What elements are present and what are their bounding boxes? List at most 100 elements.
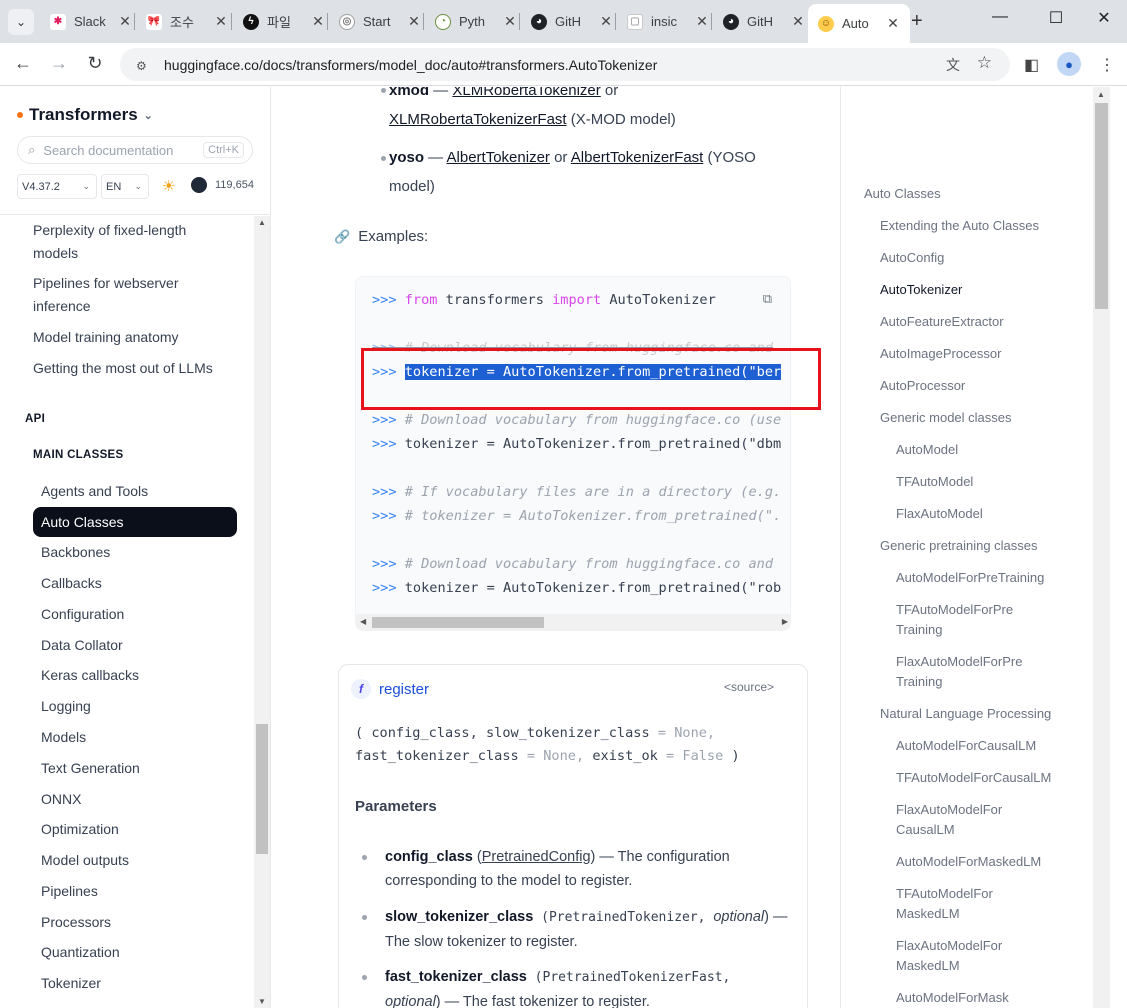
search-input[interactable]: ⌕ Search documentation Ctrl+K [17, 136, 253, 164]
toc-item[interactable]: AutoModelForPreTraining [896, 568, 1044, 588]
register-link[interactable]: register [379, 681, 429, 698]
theme-sun-icon[interactable]: ☀ [162, 177, 175, 195]
url-bar[interactable]: ⚙ huggingface.co/docs/transformers/model… [120, 48, 1010, 81]
toc-item[interactable]: TFAutoModel [896, 472, 973, 492]
sidebar-item-agents-and-tools[interactable]: Agents and Tools [41, 480, 148, 503]
github-icon[interactable] [191, 177, 207, 193]
source-link[interactable]: <source> [724, 680, 774, 694]
sidebar-item-auto-classes-active[interactable]: Auto Classes [33, 507, 237, 537]
scroll-right-arrow-icon[interactable]: ▶ [782, 617, 788, 626]
sidebar-item-quantization[interactable]: Quantization [41, 941, 120, 964]
sidebar-item-pipelines[interactable]: Pipelines [41, 880, 98, 903]
sidebar-item[interactable]: models [33, 242, 78, 265]
toc-item[interactable]: AutoImageProcessor [880, 344, 1001, 364]
sidebar-item-callbacks[interactable]: Callbacks [41, 572, 102, 595]
toc-item[interactable]: FlaxAutoModel [896, 504, 983, 524]
new-tab-plus-icon[interactable]: + [911, 10, 923, 33]
close-icon[interactable]: ✕ [503, 13, 517, 30]
sidebar-item-configuration[interactable]: Configuration [41, 603, 124, 626]
tab-python[interactable]: ◔ Pyth ✕ [435, 6, 517, 37]
close-icon[interactable]: ✕ [407, 13, 421, 30]
window-close-icon[interactable]: ✕ [1094, 8, 1114, 28]
code-horizontal-scrollbar[interactable]: ◀ ▶ [356, 614, 790, 630]
close-icon[interactable]: ✕ [695, 13, 709, 30]
profile-avatar-icon[interactable]: ● [1057, 52, 1081, 76]
version-select[interactable]: V4.37.2 ⌄ [17, 174, 97, 199]
toc-item[interactable]: AutoFeatureExtractor [880, 312, 1004, 332]
sidebar-item-models[interactable]: Models [41, 726, 86, 749]
toc-item[interactable]: TFAutoModelFor MaskedLM [896, 884, 993, 924]
scroll-up-arrow-icon[interactable]: ▲ [1097, 90, 1105, 99]
tab-insights[interactable]: ▢ insic ✕ [627, 6, 709, 37]
sidebar-item-text-generation[interactable]: Text Generation [41, 757, 140, 780]
close-icon[interactable]: ✕ [886, 15, 900, 32]
sidebar-item[interactable]: Getting the most out of LLMs [33, 357, 213, 380]
sidebar-item[interactable]: Pipelines for webserver [33, 272, 179, 295]
toc-item[interactable]: Natural Language Processing [880, 704, 1051, 724]
toc-item[interactable]: AutoModelForMask [896, 988, 1009, 1008]
toc-item[interactable]: AutoTokenizer [880, 280, 962, 300]
close-icon[interactable]: ✕ [599, 13, 613, 30]
close-icon[interactable]: ✕ [118, 13, 132, 30]
toc-item[interactable]: Generic pretraining classes [880, 536, 1038, 556]
sidebar-item-logging[interactable]: Logging [41, 695, 91, 718]
tokenizer-fast-link[interactable]: AlbertTokenizerFast [571, 149, 704, 166]
scroll-left-arrow-icon[interactable]: ◀ [360, 617, 366, 626]
tab-github-2[interactable]: ◕ GitH ✕ [723, 6, 805, 37]
toc-item[interactable]: FlaxAutoModelFor CausalLM [896, 800, 1002, 840]
sidebar-item-tokenizer[interactable]: Tokenizer [41, 972, 101, 995]
close-icon[interactable]: ✕ [214, 13, 228, 30]
close-icon[interactable]: ✕ [311, 13, 325, 30]
sidebar-item[interactable]: Perplexity of fixed-length [33, 219, 186, 242]
url-text[interactable]: huggingface.co/docs/transformers/model_d… [164, 57, 657, 73]
toc-item[interactable]: Extending the Auto Classes [880, 216, 1039, 236]
sidebar-item-processors[interactable]: Processors [41, 911, 111, 934]
toc-item[interactable]: TFAutoModelForPre Training [896, 600, 1013, 640]
anchor-link-icon[interactable]: 🔗 [334, 229, 350, 245]
toc-item[interactable]: AutoModelForCausalLM [896, 736, 1036, 756]
tab-auto-active[interactable]: ☺ Auto ✕ [808, 4, 910, 43]
scroll-up-arrow-icon[interactable]: ▲ [258, 218, 266, 227]
tokenizer-link[interactable]: XLMRobertaTokenizer [452, 87, 600, 99]
sidebar-scrollbar[interactable]: ▲ ▼ [254, 216, 270, 1008]
site-settings-icon[interactable]: ⚙ [136, 59, 150, 73]
sidebar-item[interactable]: inference [33, 295, 91, 318]
sidebar-item-keras-callbacks[interactable]: Keras callbacks [41, 664, 139, 687]
toc-item[interactable]: AutoModelForMaskedLM [896, 852, 1041, 872]
back-arrow-icon[interactable]: ← [12, 53, 34, 74]
tab-ribbon[interactable]: 🎀 조수 ✕ [146, 6, 228, 37]
scrollbar-thumb[interactable] [256, 724, 268, 854]
scroll-down-arrow-icon[interactable]: ▼ [258, 997, 266, 1006]
scrollbar-thumb[interactable] [1095, 103, 1108, 309]
toc-item[interactable]: Generic model classes [880, 408, 1012, 428]
sidebar-item-data-collator[interactable]: Data Collator [41, 634, 123, 657]
more-menu-icon[interactable]: ⋮ [1099, 55, 1115, 75]
toc-item[interactable]: FlaxAutoModelFor MaskedLM [896, 936, 1002, 976]
tab-start[interactable]: ◎ Start ✕ [339, 6, 421, 37]
translate-icon[interactable]: 文 [946, 55, 960, 75]
maximize-icon[interactable]: ☐ [1046, 8, 1066, 28]
sidebar-item[interactable]: Model training anatomy [33, 326, 179, 349]
tokenizer-link[interactable]: AlbertTokenizer [447, 149, 550, 166]
bookmark-star-icon[interactable]: ☆ [977, 53, 992, 73]
tab-files[interactable]: ϟ 파일 ✕ [243, 6, 325, 37]
toc-item[interactable]: FlaxAutoModelForPre Training [896, 652, 1022, 692]
tab-slack[interactable]: ✱ Slack ✕ [50, 6, 132, 37]
library-selector[interactable]: Transformers ⌄ [17, 105, 153, 125]
toc-item[interactable]: AutoConfig [880, 248, 944, 268]
toc-item[interactable]: AutoModel [896, 440, 958, 460]
sidebar-item-onnx[interactable]: ONNX [41, 788, 81, 811]
reload-icon[interactable]: ↻ [84, 53, 106, 74]
sidebar-item-model-outputs[interactable]: Model outputs [41, 849, 129, 872]
tab-search-chevron-icon[interactable]: ⌄ [8, 9, 34, 35]
language-select[interactable]: EN ⌄ [101, 174, 149, 199]
side-panel-icon[interactable]: ◧ [1024, 55, 1039, 75]
tokenizer-fast-link[interactable]: XLMRobertaTokenizerFast [389, 111, 567, 128]
page-scrollbar[interactable]: ▲ [1093, 87, 1110, 1008]
toc-item[interactable]: AutoProcessor [880, 376, 965, 396]
tab-github-1[interactable]: ◕ GitH ✕ [531, 6, 613, 37]
scrollbar-thumb[interactable] [372, 617, 544, 628]
close-icon[interactable]: ✕ [791, 13, 805, 30]
minimize-icon[interactable]: — [990, 8, 1010, 26]
sidebar-item-backbones[interactable]: Backbones [41, 541, 110, 564]
